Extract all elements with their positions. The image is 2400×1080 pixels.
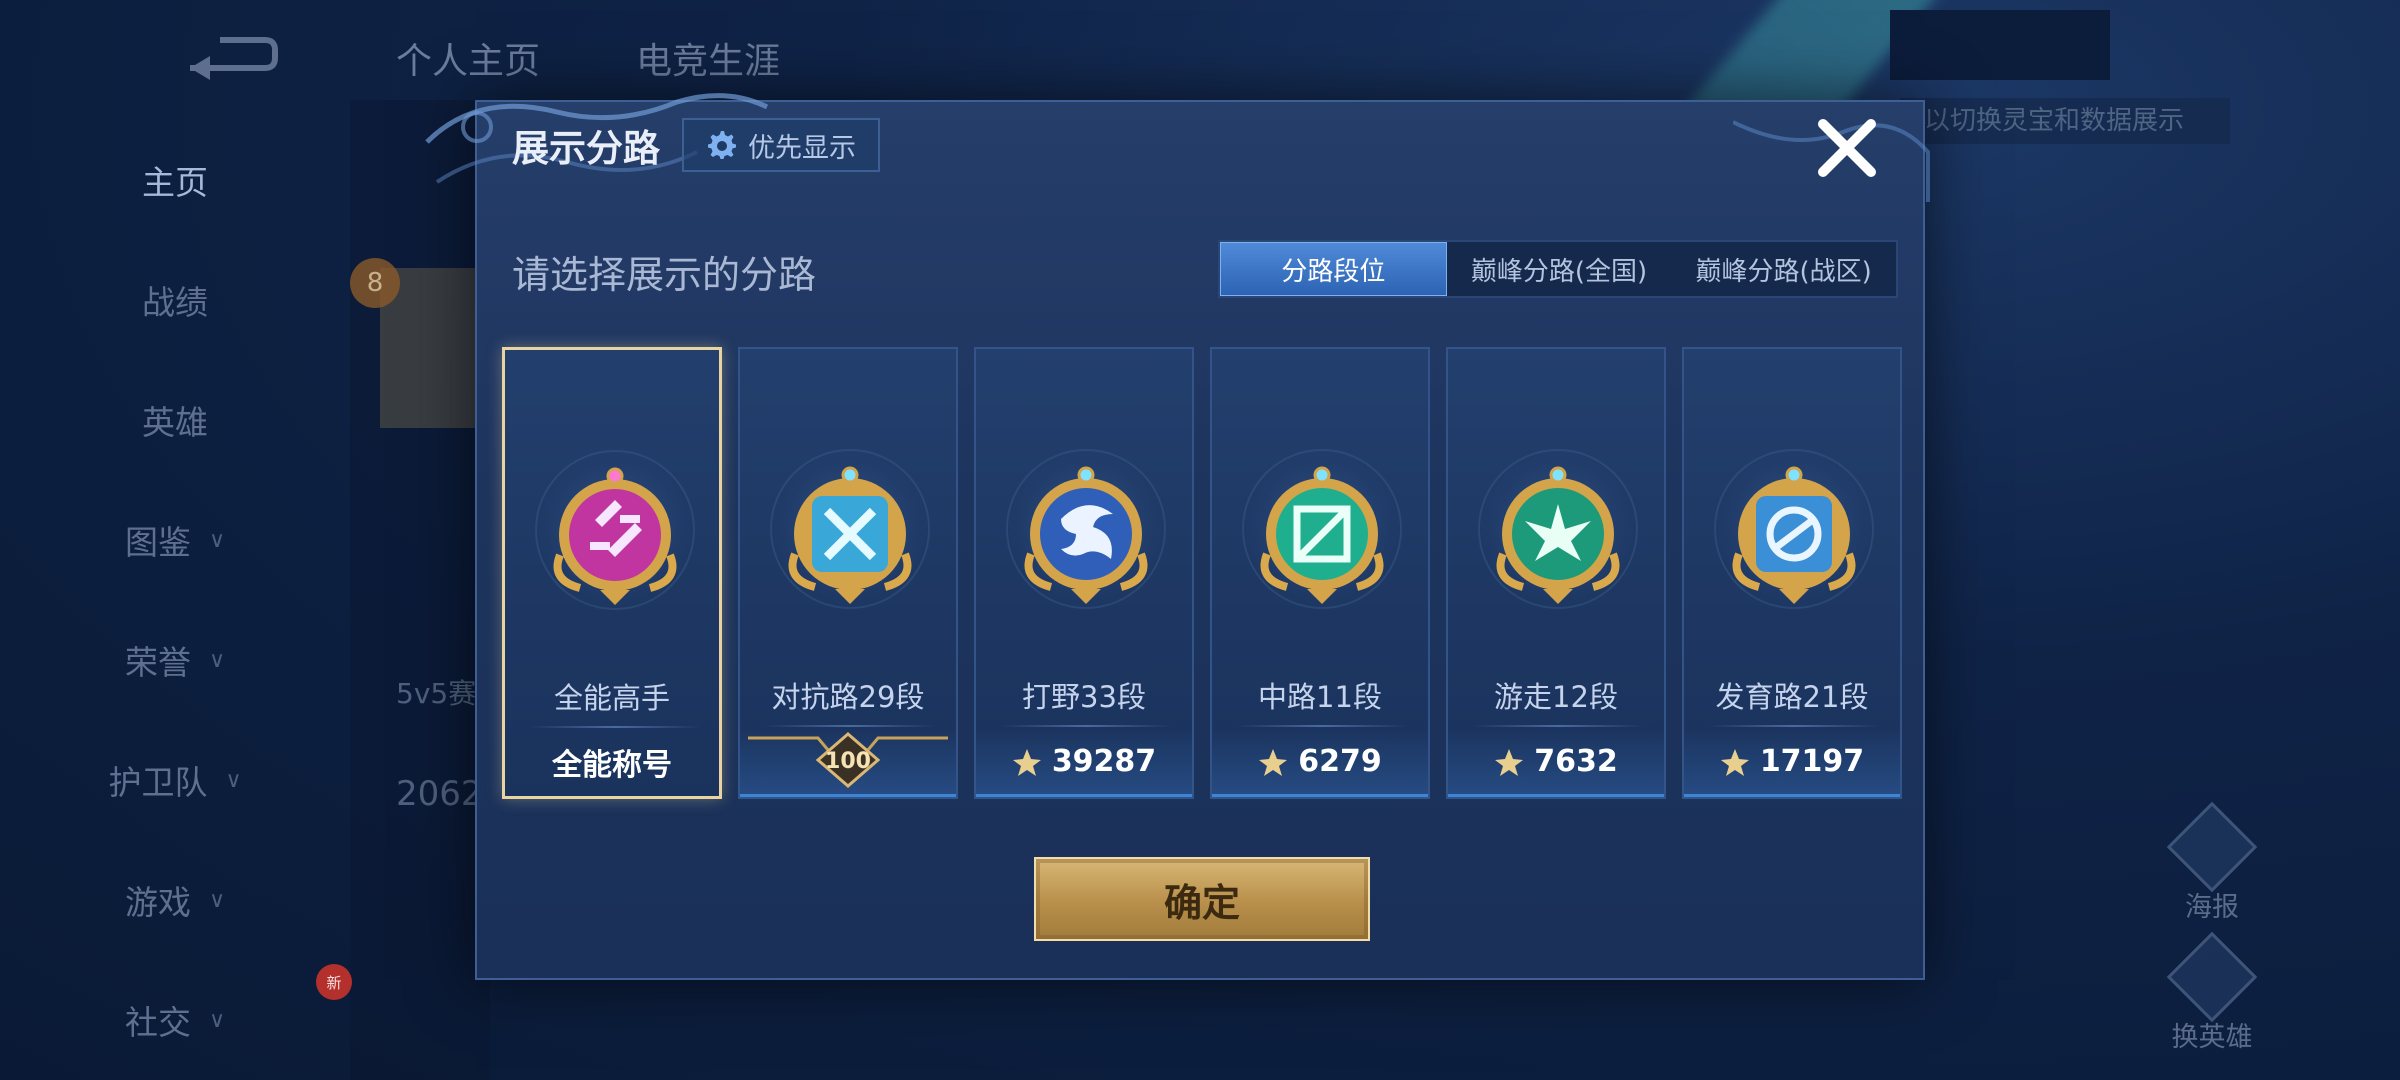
roam-badge-icon (1496, 466, 1620, 604)
chevron-down-icon: ∨ (225, 767, 242, 793)
chevron-down-icon: ∨ (208, 647, 226, 673)
sidebar: 主页 战绩 英雄 图鉴 ∨ 荣誉 ∨ 护卫队 ∨ 游戏 ∨ 社交 ∨ (0, 120, 350, 1080)
mid-lane-badge-icon (1260, 466, 1384, 604)
lane-card-footer: 17197 (1684, 729, 1900, 797)
rank-100-badge-icon: 100 (748, 731, 948, 788)
tab-peak-lane-region[interactable]: 巅峰分路(战区) (1671, 242, 1896, 296)
lane-card-label: 打野33段 (1022, 680, 1146, 714)
level-badge: 8 (350, 258, 400, 308)
poster-icon (2166, 801, 2258, 893)
sidebar-item-record[interactable]: 战绩 (0, 240, 350, 360)
sidebar-item-guard-team[interactable]: 护卫队 ∨ (0, 720, 350, 840)
switch-hero-icon (2166, 931, 2258, 1023)
sidebar-item-game[interactable]: 游戏 ∨ (0, 840, 350, 960)
divider (1237, 725, 1407, 727)
back-button[interactable] (180, 30, 280, 80)
priority-display-button[interactable]: 优先显示 (682, 118, 880, 172)
lane-card-footer: 39287 (976, 729, 1192, 797)
sidebar-item-collection[interactable]: 图鉴 ∨ (0, 480, 350, 600)
sidebar-item-honor[interactable]: 荣誉 ∨ (0, 600, 350, 720)
lane-card-footer: 7632 (1448, 729, 1664, 797)
all-round-badge-icon (553, 467, 677, 605)
chevron-down-icon: ∨ (208, 1007, 226, 1033)
lane-card-roam[interactable]: 游走12段 7632 (1446, 347, 1666, 799)
gear-icon (708, 131, 736, 159)
lane-card-label: 中路11段 (1258, 680, 1382, 714)
close-button[interactable] (1811, 112, 1883, 184)
sidebar-item-heroes[interactable]: 英雄 (0, 360, 350, 480)
divider (1001, 725, 1171, 727)
lane-type-tabs: 分路段位 巅峰分路(全国) 巅峰分路(战区) (1218, 240, 1898, 298)
tab-esports-career[interactable]: 电竞生涯 (636, 32, 780, 84)
jungle-badge-icon (1024, 466, 1148, 604)
sidebar-item-home[interactable]: 主页 (0, 120, 350, 240)
sidebar-item-social[interactable]: 社交 ∨ (0, 960, 350, 1080)
background-block (1890, 10, 2110, 80)
confirm-button[interactable]: 确定 (1034, 857, 1370, 941)
divider (765, 725, 935, 727)
rank-100-text: 100 (825, 749, 871, 774)
switch-hero-button[interactable]: 换英雄 (2142, 931, 2282, 1054)
new-badge: 新 (316, 964, 352, 1000)
poster-button[interactable]: 海报 (2142, 801, 2282, 924)
chevron-down-icon: ∨ (208, 887, 226, 913)
divider (1473, 725, 1643, 727)
lane-card-list: 全能高手 全能称号 对抗路29段 100 打野33段 39287 中路11段 6… (502, 347, 1902, 799)
peak-score-icon (1259, 748, 1288, 776)
lane-card-label: 全能高手 (553, 681, 670, 715)
lane-card-footer: 6279 (1212, 729, 1428, 797)
dialog-title: 展示分路 (512, 127, 660, 170)
background-hint-text: 以切换灵宝和数据展示 (1900, 98, 2230, 144)
lane-card-farm-lane[interactable]: 发育路21段 17197 (1682, 347, 1902, 799)
peak-score-icon (1720, 748, 1749, 776)
lane-display-dialog: 展示分路 优先显示 请选择展示的分路 分路段位 巅峰分路(全国) 巅峰分路(战区… (425, 93, 1930, 980)
lane-card-clash-lane[interactable]: 对抗路29段 100 (738, 347, 958, 799)
lane-card-label: 发育路21段 (1715, 680, 1869, 714)
lane-card-footer: 100 (740, 729, 956, 797)
dialog-subtitle: 请选择展示的分路 (512, 253, 817, 297)
lane-card-label: 游走12段 (1494, 680, 1618, 714)
lane-card-jungle[interactable]: 打野33段 39287 (974, 347, 1194, 799)
lane-card-mid[interactable]: 中路11段 6279 (1210, 347, 1430, 799)
tab-profile[interactable]: 个人主页 (396, 32, 540, 84)
lane-card-footer: 全能称号 (552, 748, 672, 783)
clash-lane-badge-icon (788, 466, 912, 604)
divider (1709, 725, 1879, 727)
back-arrow-icon (190, 37, 278, 80)
farm-lane-badge-icon (1732, 466, 1856, 604)
background-mode-text: 5v5赛 (396, 677, 477, 710)
tab-lane-rank[interactable]: 分路段位 (1220, 242, 1447, 296)
background-number-text: 2062 (396, 774, 483, 814)
lane-card-all-round[interactable]: 全能高手 全能称号 (502, 347, 722, 799)
tab-peak-lane-national[interactable]: 巅峰分路(全国) (1447, 242, 1672, 296)
chevron-down-icon: ∨ (208, 527, 226, 553)
background-panel (350, 100, 490, 1080)
peak-score-icon (1012, 748, 1041, 776)
lane-card-label: 对抗路29段 (771, 680, 925, 714)
peak-score-icon (1495, 748, 1524, 776)
